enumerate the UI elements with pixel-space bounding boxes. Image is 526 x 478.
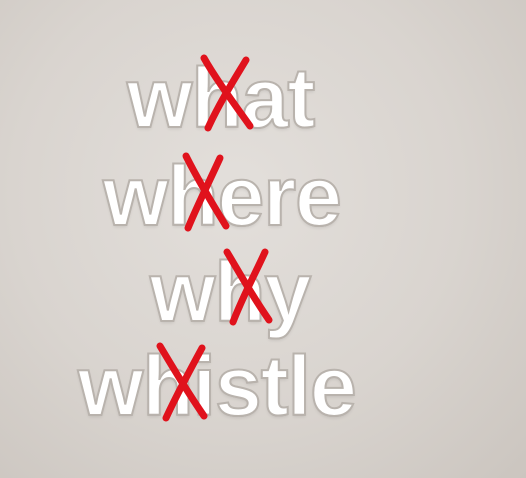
word-rest: ere	[217, 149, 343, 243]
word-prefix: w	[77, 339, 144, 433]
word-prefix: w	[149, 245, 216, 339]
word-whistle: w h istle	[77, 339, 358, 433]
word-prefix: w	[126, 51, 193, 145]
red-x-mark-icon	[223, 248, 273, 326]
word-rest: istle	[192, 339, 358, 433]
red-x-mark-icon	[156, 342, 208, 422]
red-x-mark-icon	[200, 54, 254, 132]
red-x-mark-icon	[182, 152, 230, 232]
word-prefix: w	[102, 149, 169, 243]
silent-h-word-list: w h at w h ere why w h istle	[0, 0, 526, 478]
